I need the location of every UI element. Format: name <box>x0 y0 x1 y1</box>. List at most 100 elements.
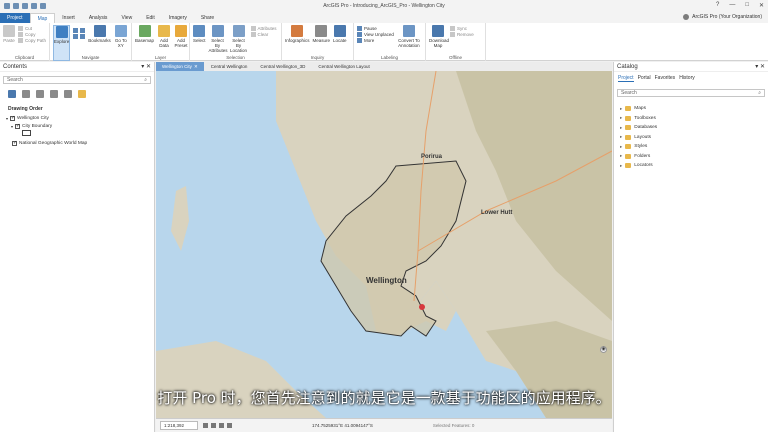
folders-icon <box>625 153 632 159</box>
sync-button[interactable]: Sync <box>450 26 474 31</box>
catalog-search-icon: ⌕ <box>758 90 761 96</box>
label-lower-hutt: Lower Hutt <box>481 210 513 216</box>
boundary-symbol[interactable] <box>22 130 31 136</box>
catalog-item-toolboxes[interactable]: ▸ Toolboxes <box>614 114 768 124</box>
clear-selection-button[interactable]: Clear <box>250 32 277 37</box>
help-button[interactable]: ? <box>716 2 719 9</box>
cut-button[interactable]: Cut <box>18 26 46 31</box>
tab-analysis[interactable]: Analysis <box>82 13 115 23</box>
pause-icon <box>357 26 362 31</box>
more-labeling-button[interactable]: More <box>357 38 394 43</box>
layer-group: Basemap Add Data Add Preset Layer <box>132 23 190 61</box>
city-boundary-checkbox[interactable] <box>15 123 20 129</box>
catalog-item-styles[interactable]: ▸ Styles <box>614 142 768 152</box>
zoom-full-icon[interactable] <box>73 28 79 33</box>
catalog-tab-portal[interactable]: Portal <box>638 75 651 82</box>
cut-icon <box>18 26 23 31</box>
user-icon <box>683 14 690 20</box>
previous-extent-icon[interactable] <box>73 34 79 39</box>
grid-icon[interactable] <box>203 423 208 428</box>
list-by-labeling-icon[interactable] <box>78 90 86 98</box>
tab-insert[interactable]: Insert <box>55 13 82 23</box>
catalog-item-locators[interactable]: ▸ Locators <box>614 161 768 171</box>
list-by-editing-icon[interactable] <box>50 90 58 98</box>
more-icon <box>357 38 362 43</box>
close-tab-icon: ✕ <box>193 63 198 69</box>
basemap-icon <box>138 25 151 37</box>
view-unplaced-button[interactable]: View Unplaced <box>357 32 394 37</box>
view-tab-wellington-city[interactable]: Wellington City ✕ <box>156 62 204 71</box>
catalog-options-icon[interactable]: ▾ ✕ <box>755 63 765 70</box>
catalog-item-folders[interactable]: ▸ Folders <box>614 152 768 162</box>
tab-project[interactable]: Project <box>0 13 30 23</box>
list-by-selection-icon[interactable] <box>36 90 44 98</box>
attributes-button[interactable]: Attributes <box>250 26 277 31</box>
scale-box[interactable]: 1:218,392 <box>160 421 198 430</box>
catalog-item-databases[interactable]: ▸ Databases <box>614 123 768 133</box>
layer-wellington-city[interactable]: ▾ Wellington City <box>6 114 154 122</box>
catalog-tab-favorites[interactable]: Favorites <box>655 75 676 82</box>
infographics-icon <box>291 25 304 37</box>
tab-edit[interactable]: Edit <box>139 13 162 23</box>
layer-basemap[interactable]: National Geographic World Map <box>6 139 154 147</box>
user-account[interactable]: ArcGIS Pro (Your Organization) <box>683 14 762 20</box>
refresh-icon[interactable] <box>227 423 232 428</box>
contents-search-input[interactable]: Search ⌕ <box>3 76 151 84</box>
offline-group: Download Map Sync Remove Offline <box>426 23 486 61</box>
arcgis-pro-window: ArcGIS Pro - Introducing_ArcGIS_Pro - We… <box>0 0 768 432</box>
coordinate-readout: 174.7525931°E 41.0094147°S <box>312 423 373 428</box>
layouts-icon <box>625 134 632 140</box>
tab-imagery[interactable]: Imagery <box>162 13 194 23</box>
minimize-button[interactable]: — <box>729 2 735 9</box>
pause-labeling-button[interactable]: Pause <box>357 26 394 31</box>
catalog-item-maps[interactable]: ▸ Maps <box>614 104 768 114</box>
clipboard-label: Clipboard <box>14 55 35 60</box>
map-canvas <box>156 71 612 418</box>
tab-view[interactable]: View <box>114 13 139 23</box>
pause-drawing-icon[interactable] <box>219 423 224 428</box>
copy-icon <box>18 32 23 37</box>
view-tab-central-wellington[interactable]: Central Wellington <box>205 62 254 71</box>
convert-icon <box>402 25 415 37</box>
measure-icon <box>315 25 328 37</box>
basemap-checkbox[interactable] <box>12 140 17 146</box>
styles-icon <box>625 144 632 150</box>
user-name: ArcGIS Pro (Your Organization) <box>692 14 762 20</box>
map-view[interactable]: Porirua Lower Hutt Wellington ◉ <box>156 71 612 418</box>
catalog-tab-history[interactable]: History <box>679 75 695 82</box>
copy-button[interactable]: Copy <box>18 32 46 37</box>
download-icon <box>432 25 444 37</box>
list-by-drawing-order-icon[interactable] <box>8 90 16 98</box>
catalog-tab-project[interactable]: Project <box>618 75 634 82</box>
contents-pane: Contents ▾ ✕ Search ⌕ Drawing Order ▾ We… <box>0 62 155 432</box>
catalog-item-layouts[interactable]: ▸ Layouts <box>614 133 768 143</box>
zoom-in-icon[interactable] <box>80 28 86 33</box>
catalog-search-input[interactable]: Search ⌕ <box>617 89 765 97</box>
list-by-source-icon[interactable] <box>22 90 30 98</box>
attributes-icon <box>250 26 256 31</box>
tab-map[interactable]: Map <box>29 13 56 23</box>
view-tab-central-wellington-layout[interactable]: Central Wellington Layout <box>312 62 375 71</box>
title-bar: ArcGIS Pro - Introducing_ArcGIS_Pro - We… <box>0 0 768 12</box>
selected-features: Selected Features: 0 <box>432 423 475 428</box>
snapping-icon[interactable] <box>211 423 216 428</box>
remove-button[interactable]: Remove <box>450 32 474 37</box>
locators-icon <box>625 163 632 169</box>
next-extent-icon[interactable] <box>80 34 86 39</box>
paste-icon <box>3 25 15 37</box>
maximize-button[interactable]: □ <box>745 2 749 9</box>
copy-path-button[interactable]: Copy Path <box>18 38 46 43</box>
tab-share[interactable]: Share <box>194 13 221 23</box>
map-checkbox[interactable] <box>10 115 15 121</box>
add-preset-icon <box>175 25 188 37</box>
close-button[interactable]: ✕ <box>759 2 764 9</box>
pane-options-icon[interactable]: ▾ ✕ <box>141 63 151 70</box>
view-tab-central-wellington-3d[interactable]: Central Wellington_3D <box>254 62 311 71</box>
navigator-control[interactable]: ◉ <box>600 346 607 353</box>
list-by-snapping-icon[interactable] <box>64 90 72 98</box>
label-porirua: Porirua <box>421 154 443 160</box>
sync-icon <box>450 26 455 31</box>
copy-path-icon <box>18 38 23 43</box>
layer-city-boundary[interactable]: ▾ City Boundary <box>6 122 154 130</box>
bookmarks-icon <box>93 25 106 37</box>
